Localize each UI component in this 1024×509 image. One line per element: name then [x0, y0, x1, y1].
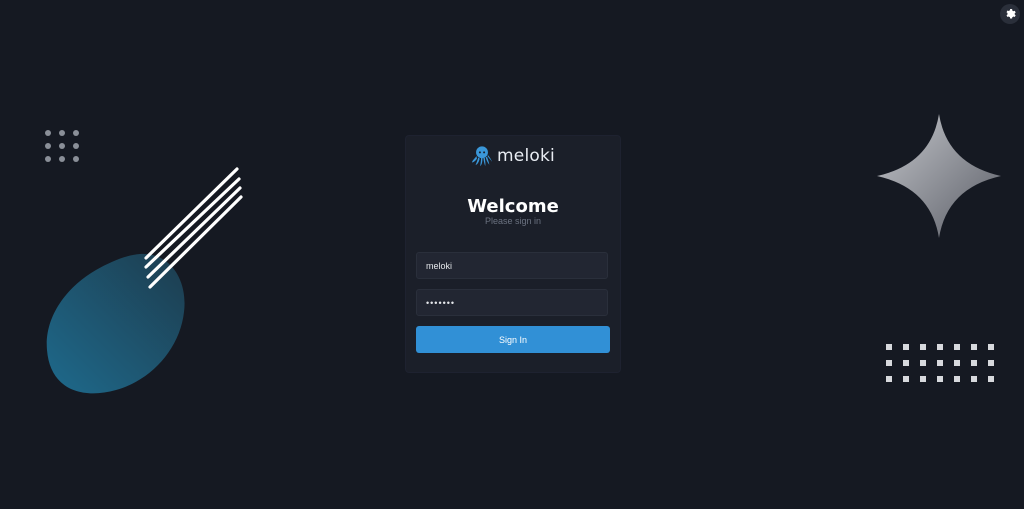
gear-icon	[1006, 9, 1016, 19]
login-page: meloki Welcome Please sign in Sign In	[0, 0, 1024, 509]
decorative-dot-grid	[45, 130, 79, 162]
sign-in-button[interactable]: Sign In	[416, 326, 610, 353]
octopus-icon	[471, 146, 493, 167]
brand-logo: meloki	[406, 145, 620, 167]
decorative-square-grid	[886, 344, 994, 382]
settings-button[interactable]	[1000, 4, 1020, 24]
decorative-star	[877, 114, 1001, 238]
brand-name: meloki	[497, 146, 555, 166]
password-field[interactable]	[416, 289, 608, 316]
decorative-stripes	[144, 167, 243, 289]
page-subtitle: Please sign in	[484, 216, 542, 226]
username-field[interactable]	[416, 252, 608, 279]
page-title: Welcome	[467, 196, 559, 217]
login-card: meloki Welcome Please sign in Sign In	[406, 136, 620, 372]
